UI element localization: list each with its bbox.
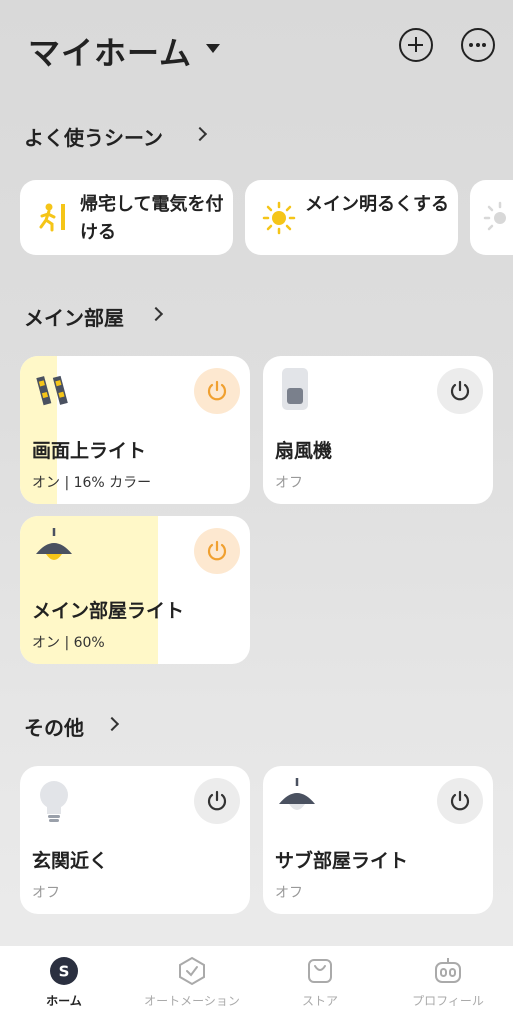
main-room-section-title[interactable]: メイン部屋 xyxy=(24,302,124,331)
light-bar-icon xyxy=(36,375,68,406)
device-status: オン | 16% カラー xyxy=(32,475,152,491)
other-section-title[interactable]: その他 xyxy=(24,712,84,741)
device-card-screen-light[interactable]: 画面上ライト オン | 16% カラー xyxy=(20,356,250,504)
power-icon xyxy=(207,380,227,401)
more-dots-icon[interactable] xyxy=(461,28,495,62)
device-card-entrance[interactable]: 玄関近く オフ xyxy=(20,766,250,914)
chevron-right-icon[interactable] xyxy=(104,716,120,732)
pendant-lamp-icon xyxy=(279,778,315,810)
scene-label: メイン明るくする xyxy=(305,194,449,215)
home-title[interactable]: マイホーム xyxy=(28,28,192,74)
power-button[interactable] xyxy=(437,368,483,414)
home-s-icon: S xyxy=(50,957,78,985)
device-card-main-room-light[interactable]: メイン部屋ライト オン | 60% xyxy=(20,516,250,664)
power-button[interactable] xyxy=(437,778,483,824)
tab-bar: S ホーム オートメーション ストア プロフィール xyxy=(0,946,513,1024)
tab-profile[interactable]: プロフィール xyxy=(384,946,512,1024)
scene-card[interactable]: 帰宅して電気を付ける xyxy=(20,180,233,255)
device-name: 玄関近く xyxy=(32,850,109,872)
power-button[interactable] xyxy=(194,528,240,574)
robot-face-icon xyxy=(435,958,461,983)
device-status: オン | 60% xyxy=(32,635,105,651)
plus-circle-icon[interactable] xyxy=(399,28,433,62)
device-name: 扇風機 xyxy=(275,440,333,462)
bag-icon xyxy=(308,959,332,983)
tab-label: プロフィール xyxy=(412,994,484,1008)
bulb-icon xyxy=(40,781,68,822)
shield-check-icon xyxy=(179,956,205,986)
tab-store[interactable]: ストア xyxy=(256,946,384,1024)
sun-icon xyxy=(262,201,296,235)
power-button[interactable] xyxy=(194,368,240,414)
chevron-right-icon[interactable] xyxy=(192,126,208,142)
sun-icon xyxy=(483,201,506,231)
fan-switch-icon xyxy=(282,368,308,410)
tab-label: ストア xyxy=(301,994,338,1008)
scene-card[interactable]: メイン明るくする xyxy=(245,180,458,255)
power-icon xyxy=(450,790,470,811)
svg-text:S: S xyxy=(59,963,70,981)
header: マイホーム xyxy=(0,0,513,100)
device-status: オフ xyxy=(275,885,303,901)
power-icon xyxy=(207,790,227,811)
power-button[interactable] xyxy=(194,778,240,824)
tab-label: ホーム xyxy=(46,994,82,1008)
power-icon xyxy=(450,380,470,401)
device-status: オフ xyxy=(32,885,60,901)
device-status: オフ xyxy=(275,475,303,491)
device-card-sub-room-light[interactable]: サブ部屋ライト オフ xyxy=(263,766,493,914)
device-name: 画面上ライト xyxy=(32,440,147,462)
scene-card[interactable] xyxy=(470,180,513,255)
tab-home[interactable]: S ホーム xyxy=(0,946,128,1024)
caret-down-icon[interactable] xyxy=(206,44,220,53)
chevron-right-icon[interactable] xyxy=(148,306,164,322)
scene-label: 帰宅して電気を付ける xyxy=(80,194,224,243)
pendant-lamp-icon xyxy=(36,528,72,560)
power-icon xyxy=(207,540,227,561)
device-name: サブ部屋ライト xyxy=(275,850,409,872)
tab-label: オートメーション xyxy=(144,994,240,1008)
scenes-section-title[interactable]: よく使うシーン xyxy=(24,122,163,151)
device-name: メイン部屋ライト xyxy=(32,600,185,622)
device-card-fan[interactable]: 扇風機 オフ xyxy=(263,356,493,504)
tab-automation[interactable]: オートメーション xyxy=(128,946,256,1024)
person-door-icon xyxy=(39,203,65,232)
